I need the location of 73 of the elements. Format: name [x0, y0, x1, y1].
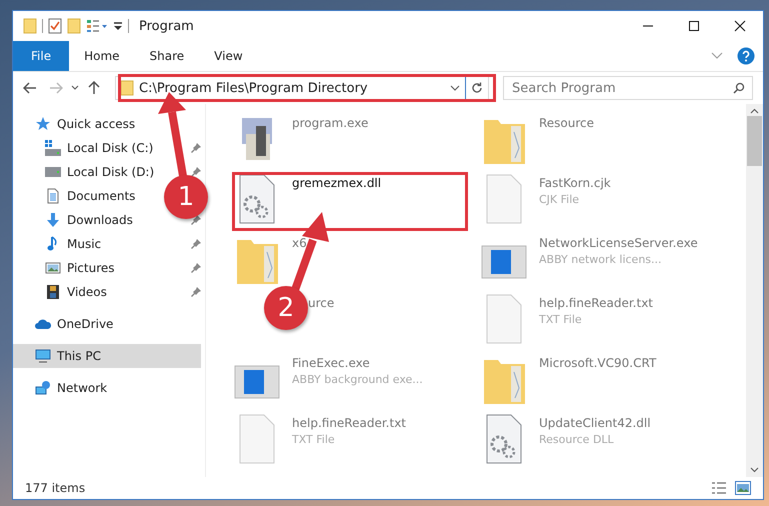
details-view-icon[interactable]	[711, 481, 727, 495]
large-icons-view-icon[interactable]	[735, 481, 751, 495]
pin-icon[interactable]	[191, 215, 201, 225]
dropdown-icon[interactable]	[450, 85, 460, 91]
sidebar-item[interactable]: OneDrive	[13, 312, 118, 336]
ribbon-tab[interactable]: Share	[134, 41, 200, 71]
customize-toolbar-icon[interactable]	[113, 20, 123, 32]
file-name[interactable]: gremezmex.dll	[292, 176, 382, 190]
network-icon	[35, 380, 51, 396]
sidebar-item[interactable]: Quick access	[13, 112, 140, 136]
document-icon	[45, 188, 61, 204]
sidebar-item[interactable]: Local Disk (D:)	[13, 160, 158, 184]
ribbon-tab[interactable]: File	[13, 41, 70, 71]
sidebar-item[interactable]: Music	[13, 232, 106, 256]
file-name[interactable]: FineExec.exe	[292, 356, 423, 370]
window-title: Program	[139, 18, 195, 34]
scroll-up-icon[interactable]	[750, 108, 759, 114]
drive-icon	[45, 164, 61, 180]
pin-icon[interactable]	[191, 287, 201, 297]
refresh-icon[interactable]	[471, 82, 483, 94]
film-strip-icon	[45, 284, 61, 300]
file-name[interactable]: Resource	[539, 116, 594, 130]
scroll-thumb[interactable]	[747, 116, 762, 166]
search-icon	[733, 82, 745, 94]
file-type: ABBY background exe...	[292, 373, 423, 386]
picture-icon	[45, 260, 61, 276]
pin-icon[interactable]	[191, 167, 201, 177]
expand-ribbon-icon[interactable]	[711, 52, 723, 60]
file-name[interactable]: FastKorn.cjk	[539, 176, 611, 190]
recent-locations-icon[interactable]	[71, 85, 79, 91]
star-icon	[35, 116, 51, 132]
help-icon[interactable]	[737, 47, 755, 65]
file-name[interactable]: Microsoft.VC90.CRT	[539, 356, 656, 370]
monitor-icon	[35, 348, 51, 364]
sidebar-item[interactable]: Local Disk (C:)	[13, 136, 158, 160]
file-type: TXT File	[292, 433, 336, 446]
folder-icon	[120, 80, 134, 96]
file-name[interactable]: UpdateClient42.dll	[539, 416, 651, 430]
drive-icon	[45, 140, 61, 156]
file-name[interactable]: help.fineReader.txt	[292, 416, 406, 430]
pin-icon[interactable]	[191, 143, 201, 153]
pin-icon[interactable]	[191, 239, 201, 249]
scrollbar[interactable]	[746, 104, 763, 477]
file-type: CJK File	[539, 193, 580, 206]
minimize-icon[interactable]	[642, 25, 654, 27]
item-count: 177 items	[25, 481, 86, 495]
properties-icon[interactable]	[48, 18, 62, 34]
ribbon-tab[interactable]: Home	[69, 41, 135, 71]
download-arrow-icon	[45, 212, 61, 228]
close-icon[interactable]	[734, 20, 746, 32]
view-options-icon[interactable]	[86, 19, 108, 33]
ribbon-tab[interactable]: View	[199, 41, 258, 71]
sidebar-item[interactable]: Documents	[13, 184, 140, 208]
file-type: ABBY network licens...	[539, 253, 663, 266]
scroll-down-icon[interactable]	[750, 467, 759, 473]
sidebar-item[interactable]: Pictures	[13, 256, 119, 280]
file-type: Resource DLL	[539, 433, 615, 446]
file-type: TXT File	[539, 313, 583, 326]
pin-icon[interactable]	[191, 263, 201, 273]
sidebar-item[interactable]: Videos	[13, 280, 111, 304]
sidebar-item[interactable]: Downloads	[13, 208, 137, 232]
sidebar-item[interactable]: Network	[13, 376, 112, 400]
maximize-icon[interactable]	[688, 20, 700, 32]
back-arrow-icon[interactable]	[23, 82, 37, 94]
file-name[interactable]: program.exe	[292, 116, 368, 130]
sidebar-item[interactable]: This PC	[13, 344, 201, 368]
up-arrow-icon[interactable]	[88, 81, 100, 95]
file-name[interactable]: NetworkLicenseServer.exe	[539, 236, 698, 250]
file-name[interactable]: help.fineReader.txt	[539, 296, 653, 310]
file-name[interactable]: urce	[308, 296, 334, 310]
search-field[interactable]: Search Program	[503, 76, 753, 100]
address-path: C:\Program Files\Program Directory	[139, 80, 369, 96]
file-name[interactable]: x6	[292, 236, 307, 250]
